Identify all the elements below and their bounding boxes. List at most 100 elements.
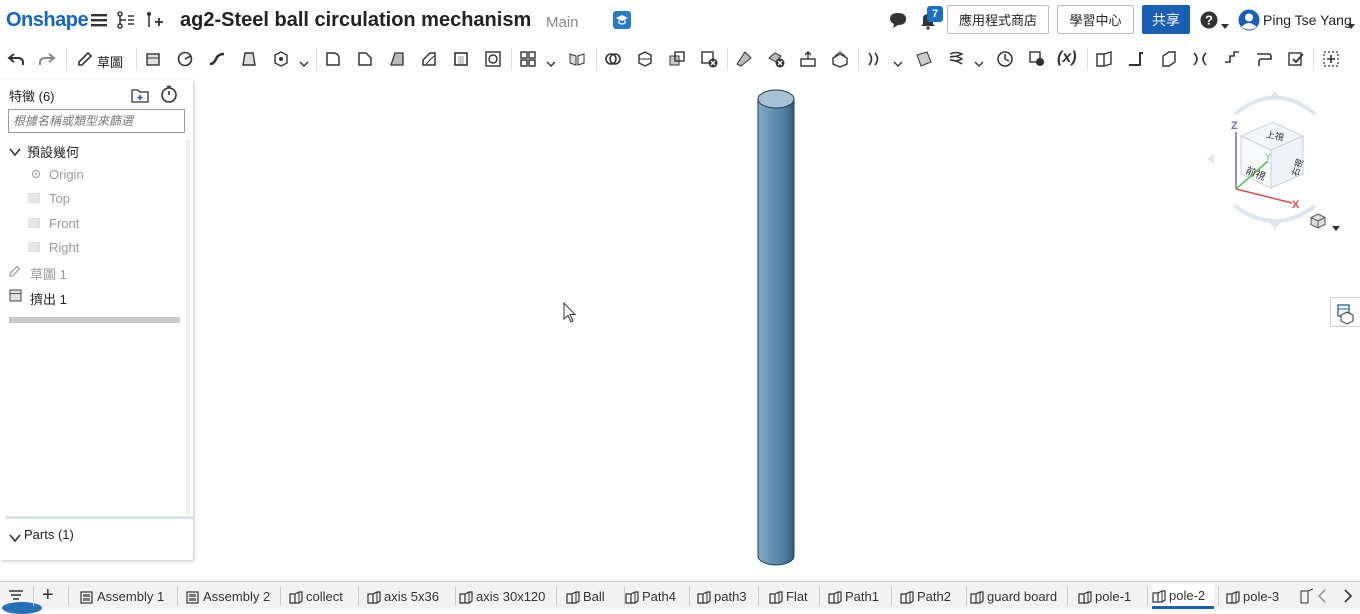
undo-icon[interactable] <box>7 50 25 68</box>
offset-surface-icon[interactable] <box>866 50 884 68</box>
shell-icon[interactable] <box>452 50 470 68</box>
rollback-bar[interactable] <box>9 317 180 323</box>
pencil-icon[interactable] <box>76 50 94 68</box>
rollback-timer-icon[interactable] <box>160 85 178 103</box>
app-store-button[interactable]: 應用程式商店 <box>947 5 1049 34</box>
measure-icon[interactable] <box>996 50 1014 68</box>
tab-assembly-2[interactable]: Assembly 2 <box>186 584 276 608</box>
insert-icon[interactable] <box>144 10 164 30</box>
bend-icon[interactable] <box>1191 50 1209 68</box>
notification-badge[interactable]: 7 <box>927 6 943 22</box>
hole-icon[interactable] <box>484 50 502 68</box>
feature-front-plane[interactable]: Front <box>49 216 79 231</box>
tab-pole-2[interactable]: pole-2 <box>1152 584 1214 609</box>
delete-face-icon[interactable] <box>767 50 785 68</box>
move-face-icon[interactable] <box>799 50 817 68</box>
document-title[interactable]: ag2-Steel ball circulation mechanism <box>180 9 531 32</box>
add-custom-feature-icon[interactable] <box>1322 50 1340 68</box>
plane-icon[interactable] <box>915 50 933 68</box>
draft-icon[interactable] <box>388 50 406 68</box>
chevron-down-icon[interactable] <box>546 55 556 73</box>
tab-guard-board[interactable]: guard board <box>970 584 1063 608</box>
feature-sketch-1[interactable]: 草圖 1 <box>30 264 67 283</box>
tab-path2[interactable]: Path2 <box>900 584 962 608</box>
chevron-down-icon[interactable] <box>299 55 309 73</box>
panel-divider[interactable] <box>6 516 193 519</box>
configuration-panel-icon[interactable] <box>1330 297 1360 327</box>
flat-joint-icon[interactable] <box>1255 50 1273 68</box>
comments-icon[interactable] <box>888 10 908 30</box>
rib-icon[interactable] <box>420 50 438 68</box>
extrude-icon[interactable] <box>144 50 162 68</box>
finish-sheet-metal-icon[interactable] <box>1287 50 1305 68</box>
replace-face-icon[interactable] <box>831 50 849 68</box>
onshape-logo[interactable]: Onshape <box>6 9 89 32</box>
user-dropdown-icon[interactable] <box>1347 17 1355 35</box>
boolean-icon[interactable] <box>604 50 622 68</box>
scroll-tabs-right-icon[interactable] <box>1343 589 1353 608</box>
tab-ball[interactable]: Ball <box>566 584 620 608</box>
help-dropdown-icon[interactable] <box>1221 17 1229 35</box>
chevron-down-icon[interactable] <box>9 530 21 548</box>
split-icon[interactable] <box>636 50 654 68</box>
tab-path4[interactable]: Path4 <box>625 584 685 608</box>
chamfer-icon[interactable] <box>356 50 374 68</box>
feature-filter-input[interactable] <box>8 109 185 133</box>
chevron-down-icon[interactable] <box>9 144 21 162</box>
tab-pole-1[interactable]: pole-1 <box>1078 584 1143 608</box>
tab-pole-3[interactable]: pole-3 <box>1226 584 1288 608</box>
fillet-icon[interactable] <box>324 50 342 68</box>
feature-list-scrollbar[interactable] <box>186 140 190 514</box>
revolve-icon[interactable] <box>176 50 194 68</box>
user-name[interactable]: Ping Tse Yang <box>1263 12 1352 28</box>
view-options-dropdown-icon[interactable] <box>1332 219 1340 237</box>
chevron-down-icon[interactable] <box>974 55 984 73</box>
tab-axis-30x120[interactable]: axis 30x120 <box>459 584 552 608</box>
feature-extrude-1[interactable]: 擠出 1 <box>30 289 67 308</box>
delete-part-icon[interactable] <box>700 50 718 68</box>
mirror-icon[interactable] <box>568 50 586 68</box>
view-options-cube-icon[interactable] <box>1310 213 1326 229</box>
tab-icon[interactable] <box>1159 50 1177 68</box>
chevron-down-icon[interactable] <box>893 55 903 73</box>
variable-icon[interactable]: (x) <box>1057 49 1077 67</box>
tab-axis-5x36[interactable]: axis 5x36 <box>367 584 451 608</box>
version-history-icon[interactable] <box>116 10 136 30</box>
tab-manager-badge[interactable] <box>2 602 42 614</box>
pattern-icon[interactable] <box>519 50 537 68</box>
tab-assembly-1[interactable]: Assembly 1 <box>80 584 173 608</box>
add-tab-icon[interactable]: + <box>42 585 54 605</box>
tab-manager-icon[interactable] <box>8 588 24 602</box>
feature-origin[interactable]: Origin <box>49 167 84 182</box>
default-geometry-group[interactable]: 預設幾何 <box>27 142 79 161</box>
tab-collect[interactable]: collect <box>289 584 354 608</box>
tab-path3[interactable]: path3 <box>697 584 754 608</box>
model-canvas[interactable] <box>195 80 1360 580</box>
thicken-icon[interactable] <box>272 50 290 68</box>
feature-right-plane[interactable]: Right <box>49 240 79 255</box>
menu-icon[interactable] <box>89 10 109 30</box>
mate-connector-icon[interactable] <box>1028 50 1046 68</box>
add-folder-icon[interactable] <box>131 86 149 104</box>
branch-label[interactable]: Main <box>546 14 579 31</box>
education-icon[interactable] <box>613 11 631 29</box>
learning-center-button[interactable]: 學習中心 <box>1057 5 1134 34</box>
sketch-button[interactable]: 草圖 <box>97 52 123 71</box>
form-icon[interactable] <box>1223 50 1241 68</box>
feature-top-plane[interactable]: Top <box>49 191 70 206</box>
help-icon[interactable]: ? <box>1199 10 1219 30</box>
graphics-viewport[interactable]: 上視 前視 右視 Z X Y <box>195 80 1360 580</box>
scroll-tabs-left-icon[interactable] <box>1317 589 1327 608</box>
share-button[interactable]: 共享 <box>1142 5 1190 34</box>
pole-cylinder[interactable] <box>757 89 795 566</box>
tab-path1[interactable]: Path1 <box>828 584 887 608</box>
tab-flat[interactable]: Flat <box>769 584 815 608</box>
transform-icon[interactable] <box>668 50 686 68</box>
redo-icon[interactable] <box>38 50 56 68</box>
avatar[interactable] <box>1238 9 1260 31</box>
loft-icon[interactable] <box>240 50 258 68</box>
helix-icon[interactable] <box>947 50 965 68</box>
tab-overflow-partial[interactable] <box>1299 584 1313 608</box>
flange-icon[interactable] <box>1127 50 1145 68</box>
sheet-metal-icon[interactable] <box>1095 50 1113 68</box>
